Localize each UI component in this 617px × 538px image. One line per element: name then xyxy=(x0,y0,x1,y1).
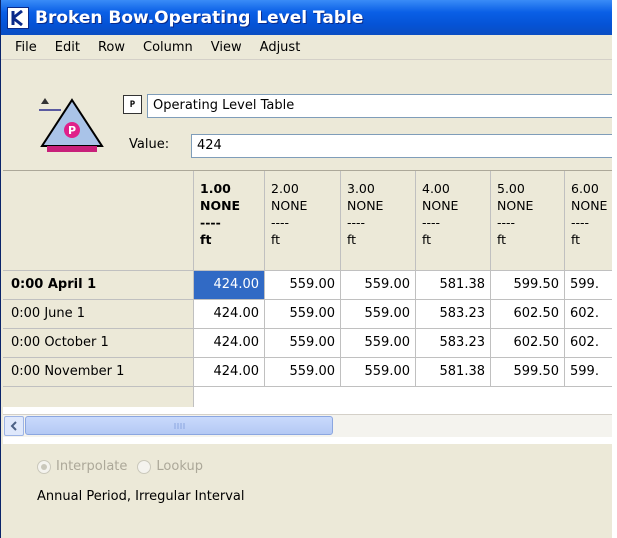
slot-header: P P Operating Level Table Value: 424 xyxy=(1,60,612,170)
menu-column[interactable]: Column xyxy=(134,40,202,55)
table-cell[interactable]: 559.00 xyxy=(341,358,416,387)
table-window: Broken Bow.Operating Level Table File Ed… xyxy=(0,0,612,538)
table-cell[interactable]: 559.00 xyxy=(341,300,416,329)
table-cell[interactable]: 583.23 xyxy=(416,329,491,358)
table-cell[interactable]: 424.00 xyxy=(194,329,265,358)
row-header[interactable]: 0:00 June 1 xyxy=(3,300,194,329)
title-bar[interactable]: Broken Bow.Operating Level Table xyxy=(1,0,612,35)
menu-row[interactable]: Row xyxy=(89,40,134,55)
table-cell[interactable]: 583.23 xyxy=(416,300,491,329)
column-header-3[interactable]: 3.00 NONE ---- ft xyxy=(341,171,416,271)
table-cell[interactable]: 602.50 xyxy=(491,300,565,329)
table-slot-icon: P xyxy=(123,95,142,114)
table-cell[interactable]: 559.00 xyxy=(341,271,416,300)
table-grid: 1.00 NONE ---- ft 2.00 NONE ---- ft 3.00 NONE --… xyxy=(3,170,612,444)
menu-view[interactable]: View xyxy=(202,40,251,55)
lookup-label: Lookup xyxy=(156,459,203,474)
lookup-method-options: Interpolate Lookup xyxy=(37,459,203,474)
table-cell[interactable]: 424.00 xyxy=(194,300,265,329)
menu-edit[interactable]: Edit xyxy=(46,40,89,55)
table-cell[interactable]: 599. xyxy=(565,358,612,387)
value-field[interactable]: 424 xyxy=(191,134,612,158)
table-cell[interactable]: 559.00 xyxy=(265,271,341,300)
menu-bar: File Edit Row Column View Adjust xyxy=(1,35,612,60)
row-header[interactable]: 0:00 November 1 xyxy=(3,358,194,387)
row-header[interactable]: 0:00 October 1 xyxy=(3,329,194,358)
table-cell[interactable]: 559.00 xyxy=(265,300,341,329)
grip-icon xyxy=(174,422,185,429)
table-cell[interactable]: 424.00 xyxy=(194,271,265,300)
plant-object-icon: P xyxy=(39,98,104,152)
table-cell[interactable]: 559.00 xyxy=(341,329,416,358)
table-cell[interactable]: 581.38 xyxy=(416,358,491,387)
scroll-left-button[interactable] xyxy=(4,416,24,436)
interpolate-radio[interactable] xyxy=(37,459,51,474)
menu-adjust[interactable]: Adjust xyxy=(251,40,310,55)
table-cell[interactable]: 599.50 xyxy=(491,271,565,300)
slot-name-field[interactable]: Operating Level Table xyxy=(147,94,612,118)
column-header-5[interactable]: 5.00 NONE ---- ft xyxy=(491,171,565,271)
menu-file[interactable]: File xyxy=(6,40,46,55)
column-header-1[interactable]: 1.00 NONE ---- ft xyxy=(194,171,265,271)
object-icon-letter: P xyxy=(68,124,76,137)
window-title: Broken Bow.Operating Level Table xyxy=(35,7,364,28)
table-cell[interactable]: 602. xyxy=(565,300,612,329)
riverware-logo-icon xyxy=(7,6,29,29)
grid-corner xyxy=(3,171,194,271)
table-cell[interactable]: 599.50 xyxy=(491,358,565,387)
status-text: Annual Period, Irregular Interval xyxy=(37,489,245,504)
column-header-4[interactable]: 4.00 NONE ---- ft xyxy=(416,171,491,271)
table-cell[interactable]: 581.38 xyxy=(416,271,491,300)
table-cell[interactable]: 559.00 xyxy=(265,329,341,358)
chevron-left-icon xyxy=(10,421,17,431)
lookup-radio[interactable] xyxy=(137,459,152,474)
table-cell[interactable]: 602. xyxy=(565,329,612,358)
table-cell[interactable]: 424.00 xyxy=(194,358,265,387)
horizontal-scrollbar[interactable] xyxy=(3,414,612,437)
column-header-6[interactable]: 6.00 NONE ---- ft xyxy=(565,171,612,271)
value-label: Value: xyxy=(129,137,170,152)
table-cell[interactable]: 559.00 xyxy=(265,358,341,387)
table-cell[interactable]: 602.50 xyxy=(491,329,565,358)
column-header-2[interactable]: 2.00 NONE ---- ft xyxy=(265,171,341,271)
scroll-thumb[interactable] xyxy=(25,416,333,435)
table-cell[interactable]: 599. xyxy=(565,271,612,300)
row-header[interactable]: 0:00 April 1 xyxy=(3,271,194,300)
row-header-filler xyxy=(3,387,194,407)
interpolate-label: Interpolate xyxy=(56,459,128,474)
